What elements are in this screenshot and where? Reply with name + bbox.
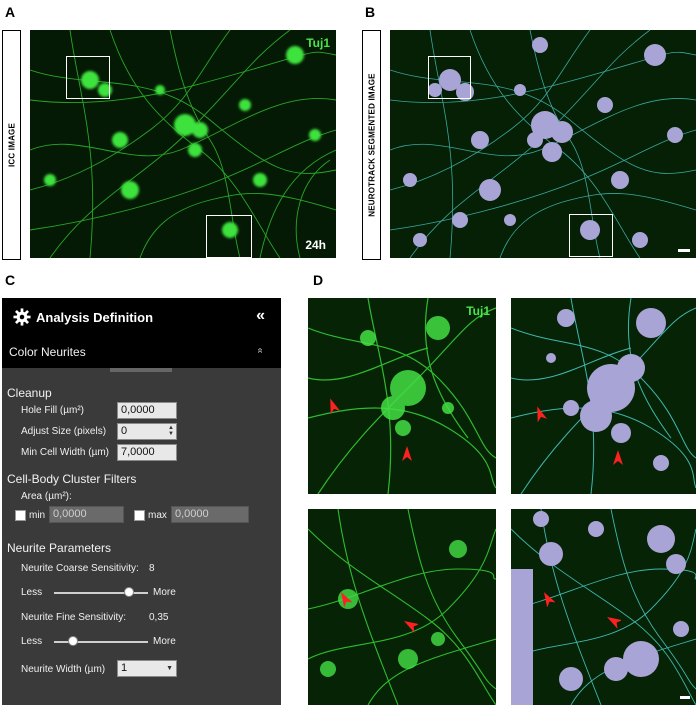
zoom-segmented-top [511,298,696,494]
hole-fill-label: Hole Fill (µm²) [21,405,84,416]
scale-bar [678,249,690,252]
min-cell-width-input[interactable]: 7,0000 [117,444,177,461]
arrowhead-icon [402,446,412,461]
max-label: max [148,510,167,521]
section-title: Color Neurites [9,345,86,359]
segmented-image-label: NEUROTRACK SEGMENTED IMAGE [362,30,381,260]
fine-sensitivity-value: 0,35 [149,612,169,623]
coarse-more-label: More [153,587,176,598]
scroll-handle[interactable] [110,368,172,372]
arrowhead-icon [341,592,352,607]
fine-sensitivity-label: Neurite Fine Sensitivity: [21,612,127,623]
icc-micrograph: Tuj1 24h [30,30,336,258]
panel-letter-c: C [5,272,16,288]
segmented-micrograph [390,30,696,258]
stain-label: Tuj1 [466,304,490,318]
neurite-width-select[interactable]: 1 ▼ [117,660,177,677]
zoom-region-box [206,215,252,258]
fine-less-label: Less [21,636,43,647]
neurite-width-label: Neurite Width (µm) [21,664,106,675]
cleanup-heading: Cleanup [7,386,52,400]
adjust-size-label: Adjust Size (pixels) [21,426,107,437]
fine-more-label: More [153,636,176,647]
panel-title: Analysis Definition [36,310,154,325]
stain-label: Tuj1 [306,36,330,50]
zoom-region-box [66,56,110,99]
scale-bar [680,696,690,699]
panel-letter-d: D [313,272,324,288]
arrowhead-icon [404,621,418,633]
min-area-checkbox[interactable] [15,510,26,521]
chevron-down-icon: ▼ [166,665,173,672]
zoom-region-box [569,214,613,257]
panel-letter-b: B [365,4,376,20]
zoom-icc-top: Tuj1 [308,298,496,494]
max-area-input[interactable]: 0,0000 [171,506,249,523]
coarse-sensitivity-value: 8 [149,563,155,574]
icc-image-label: ICC IMAGE [2,30,21,260]
neurite-width-value: 1 [121,662,128,674]
min-cell-width-label: Min Cell Width (µm) [21,447,109,458]
adjust-size-stepper[interactable]: 0 ▲ ▼ [117,423,177,440]
analysis-header: Analysis Definition « [2,298,281,338]
chevron-up-icon[interactable]: » [255,348,266,354]
analysis-definition-panel: Analysis Definition « Color Neurites » C… [2,298,281,705]
adjust-size-value: 0 [121,425,128,437]
min-label: min [29,510,46,521]
arrowhead-icon [544,592,555,607]
coarse-less-label: Less [21,587,43,598]
fine-slider-thumb[interactable] [67,636,78,646]
coarse-slider-thumb[interactable] [124,587,135,597]
cluster-filters-heading: Cell-Body Cluster Filters [7,472,137,486]
area-label: Area (µm²): [21,491,72,502]
min-area-input[interactable]: 0,0000 [49,506,124,523]
arrowhead-icon [607,617,621,629]
max-area-checkbox[interactable] [134,510,145,521]
hole-fill-input[interactable]: 0,0000 [117,402,177,419]
collapse-panel-button[interactable]: « [256,307,265,325]
neurite-parameters-heading: Neurite Parameters [7,541,112,555]
arrowhead-icon [613,450,623,465]
timepoint-label: 24h [305,238,326,252]
panel-letter-a: A [5,4,16,20]
zoom-icc-bottom [308,509,496,705]
coarse-sensitivity-label: Neurite Coarse Sensitivity: [21,563,139,574]
gear-icon[interactable] [13,308,31,326]
arrowhead-icon [537,406,547,422]
spinner-arrows-icon[interactable]: ▲ ▼ [167,425,175,438]
color-neurites-section-header[interactable]: Color Neurites » [2,338,281,368]
zoom-segmented-bottom [511,509,696,705]
arrowhead-icon [330,398,340,414]
zoom-region-box [428,56,471,99]
